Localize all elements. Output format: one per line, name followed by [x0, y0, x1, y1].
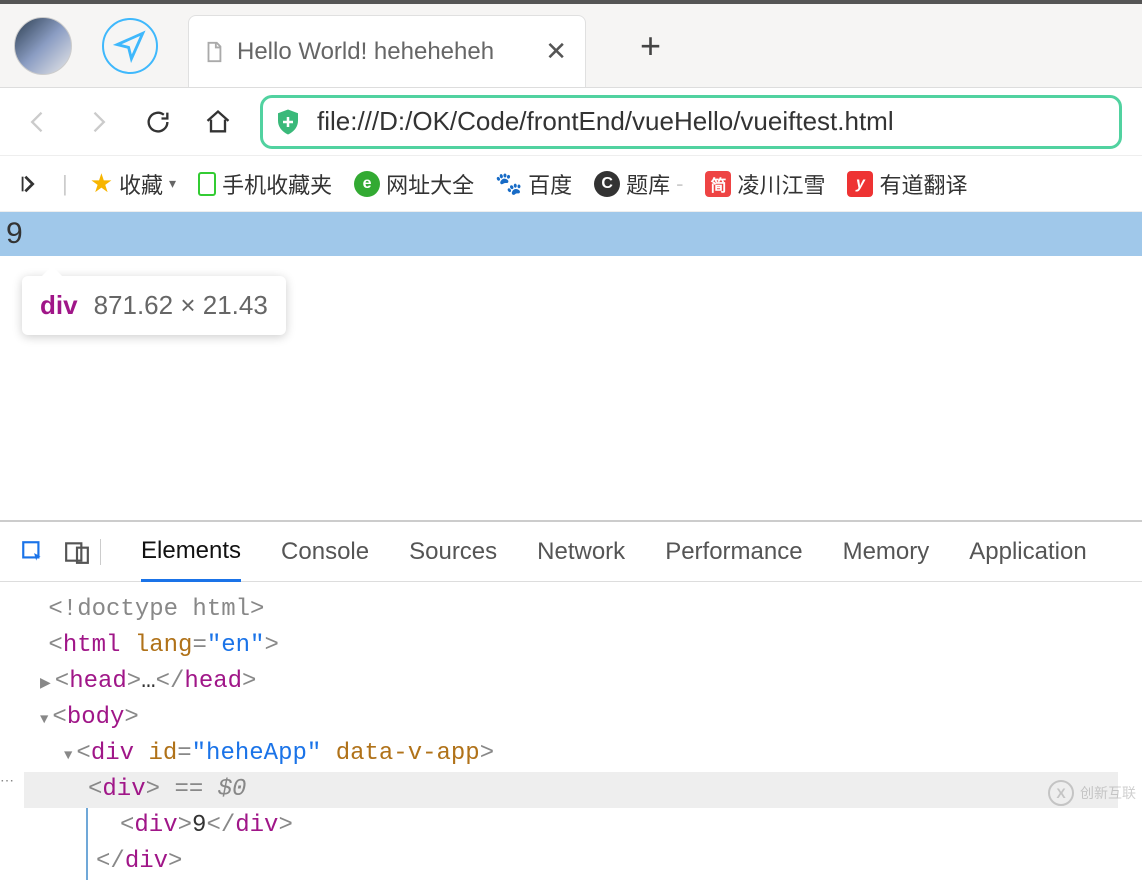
watermark-logo-icon: X: [1048, 780, 1074, 806]
youdao-icon: y: [847, 171, 873, 197]
bookmark-youdao[interactable]: y 有道翻译: [847, 168, 967, 200]
bookmark-label: 收藏: [119, 168, 163, 200]
browser-tab[interactable]: Hello World! heheheheh ✕: [188, 15, 586, 87]
tab-sources[interactable]: Sources: [409, 538, 497, 566]
bookmark-label: 百度: [528, 168, 572, 200]
dom-html-open[interactable]: <html lang="en">: [24, 628, 1118, 664]
tab-memory[interactable]: Memory: [843, 538, 930, 566]
inspector-tooltip: div 871.62 × 21.43: [22, 276, 286, 335]
dom-selected-div[interactable]: <div> == $0: [24, 772, 1118, 808]
inspected-element-highlight: 9: [0, 212, 1142, 256]
chevron-down-icon: ▾: [169, 175, 176, 192]
dom-body[interactable]: <body>: [24, 700, 1118, 736]
device-icon[interactable]: [64, 539, 90, 565]
crescent-icon: C: [594, 171, 620, 197]
file-icon: [203, 41, 225, 63]
dom-tree[interactable]: <!doctype html> <html lang="en"> <head>……: [0, 582, 1142, 890]
bookmark-label: 手机收藏夹: [222, 168, 332, 200]
bookmarks-bar: | ★ 收藏 ▾ 手机收藏夹 e 网址大全 🐾 百度 C 题库 - 简 凌川江雪…: [0, 156, 1142, 212]
address-bar: file:///D:/OK/Code/frontEnd/vueHello/vue…: [0, 88, 1142, 156]
bookmark-sites[interactable]: e 网址大全: [354, 168, 474, 200]
url-input[interactable]: file:///D:/OK/Code/frontEnd/vueHello/vue…: [260, 95, 1122, 149]
tab-console[interactable]: Console: [281, 538, 369, 566]
new-tab-button[interactable]: +: [640, 25, 661, 67]
dom-doctype[interactable]: <!doctype html>: [24, 592, 1118, 628]
separator: -: [676, 171, 683, 197]
tab-strip: Hello World! heheheheh ✕ +: [0, 4, 1142, 88]
close-tab-button[interactable]: ✕: [541, 32, 571, 71]
reload-button[interactable]: [140, 104, 176, 140]
tab-elements[interactable]: Elements: [141, 537, 241, 582]
tooltip-dimensions: 871.62 × 21.43: [94, 290, 268, 321]
star-icon: ★: [90, 168, 113, 199]
bookmark-label: 网址大全: [386, 168, 474, 200]
url-text: file:///D:/OK/Code/frontEnd/vueHello/vue…: [317, 106, 894, 137]
dom-app-div[interactable]: <div id="heheApp" data-v-app>: [24, 736, 1118, 772]
watermark: X 创新互联: [1048, 780, 1136, 806]
bookmark-tiku[interactable]: C 题库 -: [594, 168, 683, 200]
inspect-icon[interactable]: [20, 539, 46, 565]
site-icon: e: [354, 171, 380, 197]
book-icon: 简: [705, 171, 731, 197]
extension-toggle[interactable]: [18, 173, 40, 195]
user-avatar[interactable]: [14, 17, 72, 75]
bookmark-baidu[interactable]: 🐾 百度: [496, 168, 572, 200]
dom-head[interactable]: <head>…</head>: [24, 664, 1118, 700]
devtools-panel: Elements Console Sources Network Perform…: [0, 520, 1142, 890]
bookmark-label: 题库: [626, 168, 670, 200]
watermark-text: 创新互联: [1080, 783, 1136, 803]
paw-icon: 🐾: [496, 171, 522, 197]
send-icon[interactable]: [102, 18, 158, 74]
tab-title: Hello World! heheheheh: [237, 38, 529, 66]
page-content: 9 div 871.62 × 21.43: [0, 212, 1142, 520]
tab-performance[interactable]: Performance: [665, 538, 802, 566]
bookmark-label: 凌川江雪: [737, 168, 825, 200]
dom-close-div[interactable]: </div>: [96, 844, 1118, 880]
dom-inner-div[interactable]: <div>9</div>: [96, 808, 1118, 844]
bookmark-label: 有道翻译: [879, 168, 967, 200]
forward-button[interactable]: [80, 104, 116, 140]
devtools-tools: [20, 539, 101, 565]
bookmark-mobile[interactable]: 手机收藏夹: [198, 168, 332, 200]
tooltip-tag: div: [40, 290, 78, 321]
page-text: 9: [6, 217, 23, 251]
home-button[interactable]: [200, 104, 236, 140]
shield-icon: [273, 107, 303, 137]
tab-network[interactable]: Network: [537, 538, 625, 566]
back-button[interactable]: [20, 104, 56, 140]
bookmark-lingchuan[interactable]: 简 凌川江雪: [705, 168, 825, 200]
separator: |: [62, 171, 68, 197]
devtools-tabs: Elements Console Sources Network Perform…: [0, 522, 1142, 582]
mobile-icon: [198, 172, 216, 196]
tab-application[interactable]: Application: [969, 538, 1086, 566]
bookmark-favorites[interactable]: ★ 收藏 ▾: [90, 168, 176, 200]
